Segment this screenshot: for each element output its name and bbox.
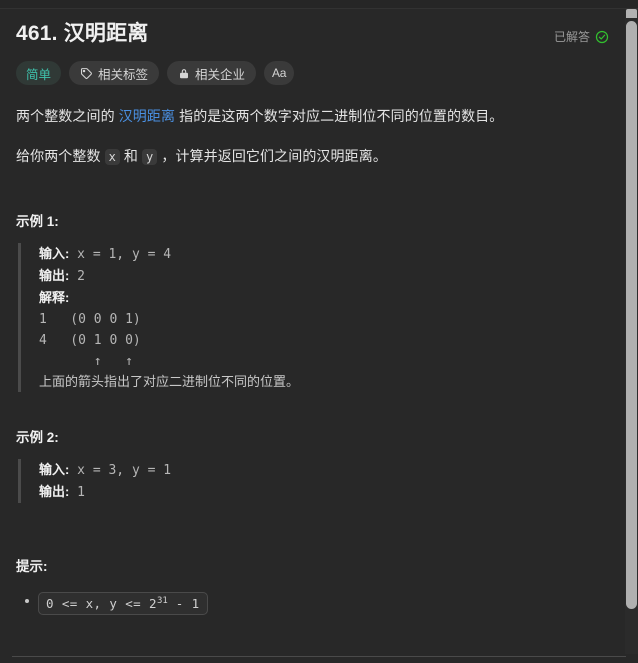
example-1-input-label: 输入: — [39, 246, 70, 261]
badge-row: 简单 相关标签 相关企业 Aa — [16, 61, 609, 85]
status-badge: 已解答 — [554, 19, 609, 45]
hint-code-before: 0 <= x, y <= 2 — [46, 596, 157, 612]
problem-content: 461. 汉明距离 已解答 简单 相关标签 相关企业 Aa 两个整数之间的 汉明… — [0, 9, 625, 616]
example-1-input-line: 输入: x = 1, y = 4 — [39, 243, 609, 265]
scrollbar-top-cap[interactable] — [626, 9, 637, 18]
problem-header: 461. 汉明距离 已解答 — [16, 19, 609, 49]
page-title: 461. 汉明距离 — [16, 22, 149, 45]
hint-constraint-code: 0 <= x, y <= 231 - 1 — [38, 592, 208, 616]
tag-icon — [80, 67, 93, 80]
example-1-explain-label: 解释: — [39, 290, 70, 305]
font-size-icon[interactable]: Aa — [264, 61, 295, 85]
hint-code-superscript: 31 — [156, 596, 168, 606]
example-2-title: 示例 2: — [16, 430, 59, 445]
hints-title: 提示: — [16, 559, 48, 574]
check-circle-icon — [595, 30, 609, 44]
example-1-explain-note: 上面的箭头指出了对应二进制位不同的位置。 — [39, 374, 300, 389]
example-1-output-value: 2 — [69, 269, 85, 284]
problem-scroll-area[interactable]: 461. 汉明距离 已解答 简单 相关标签 相关企业 Aa 两个整数之间的 汉明… — [0, 9, 625, 654]
example-1-block: 输入: x = 1, y = 4 输出: 2 解释: 1 (0 0 0 1) 4… — [18, 243, 609, 392]
window-top-strip — [0, 0, 638, 9]
example-1-output-line: 输出: 2 — [39, 265, 609, 287]
difficulty-badge[interactable]: 简单 — [16, 61, 62, 85]
example-2-input-label: 输入: — [39, 462, 70, 477]
example-1-binary-line-1: 1 (0 0 0 1) — [39, 312, 141, 327]
related-tags-button[interactable]: 相关标签 — [69, 61, 160, 85]
bottom-divider — [12, 656, 626, 657]
example-2-output-value: 1 — [69, 485, 85, 500]
related-tags-label: 相关标签 — [98, 67, 149, 82]
example-1-section: 示例 1: 输入: x = 1, y = 4 输出: 2 解释: 1 (0 0 … — [16, 210, 609, 392]
vertical-scrollbar[interactable] — [625, 9, 638, 654]
example-2-input-value: x = 3, y = 1 — [69, 463, 172, 478]
example-2-input-line: 输入: x = 3, y = 1 — [39, 459, 609, 481]
example-2-section: 示例 2: 输入: x = 3, y = 1 输出: 1 — [16, 426, 609, 503]
example-2-block: 输入: x = 3, y = 1 输出: 1 — [18, 459, 609, 503]
problem-page: 461. 汉明距离 已解答 简单 相关标签 相关企业 Aa 两个整数之间的 汉明… — [0, 0, 638, 663]
hints-list: 0 <= x, y <= 231 - 1 — [16, 591, 609, 616]
example-1-arrow-line: ↑ ↑ — [39, 354, 133, 369]
example-1-output-label: 输出: — [39, 268, 70, 283]
description-p2-mid: 和 — [119, 148, 143, 164]
hamming-distance-link[interactable]: 汉明距离 — [119, 108, 175, 124]
list-item: 0 <= x, y <= 231 - 1 — [25, 591, 609, 616]
example-1-input-value: x = 1, y = 4 — [69, 247, 172, 262]
related-companies-button[interactable]: 相关企业 — [167, 61, 257, 85]
hint-code-after: - 1 — [167, 596, 200, 612]
description-p1-after: 指的是这两个数字对应二进制位不同的位置的数目。 — [175, 108, 504, 124]
example-2-output-line: 输出: 1 — [39, 481, 609, 503]
description-p2-before: 给你两个整数 — [16, 148, 105, 164]
description-p2-after: ，计算并返回它们之间的汉明距离。 — [157, 148, 387, 164]
inline-code-x: x — [104, 149, 120, 165]
example-1-title: 示例 1: — [16, 214, 59, 229]
related-companies-label: 相关企业 — [195, 67, 246, 82]
description-paragraph-2: 给你两个整数 x 和 y ，计算并返回它们之间的汉明距离。 — [16, 145, 609, 168]
hints-section: 提示: 0 <= x, y <= 231 - 1 — [16, 555, 609, 616]
scrollbar-thumb[interactable] — [626, 21, 637, 609]
lock-icon — [178, 67, 190, 80]
description-paragraph-1: 两个整数之间的 汉明距离 指的是这两个数字对应二进制位不同的位置的数目。 — [16, 105, 609, 127]
example-1-binary-line-2: 4 (0 1 0 0) — [39, 333, 141, 348]
inline-code-y: y — [142, 149, 158, 165]
status-badge-label: 已解答 — [553, 30, 590, 44]
example-2-output-label: 输出: — [39, 484, 70, 499]
description-p1-before: 两个整数之间的 — [16, 108, 119, 124]
example-1-explain-line: 解释: — [39, 287, 609, 309]
